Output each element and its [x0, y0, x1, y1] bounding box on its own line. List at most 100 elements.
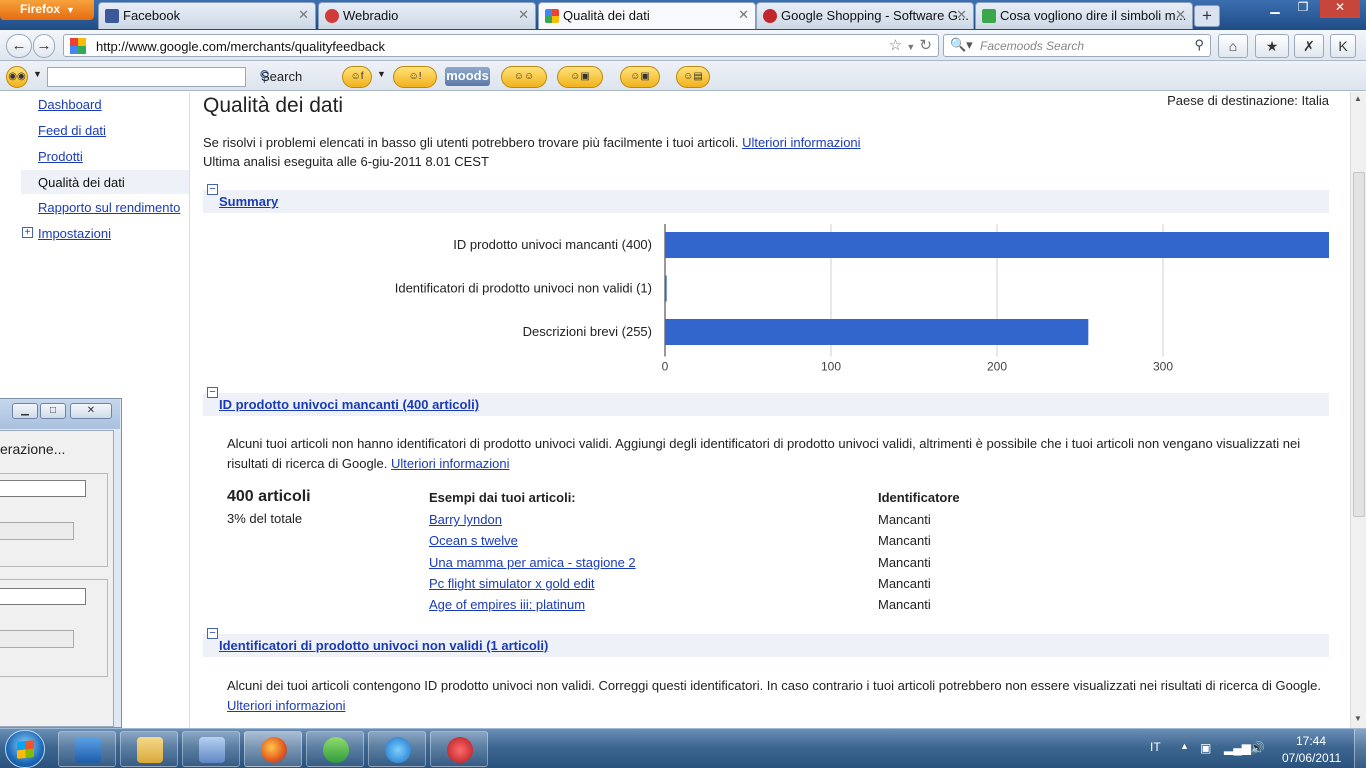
example-item-link[interactable]: Age of empires iii: platinum: [429, 597, 585, 612]
more-info-link[interactable]: Ulteriori informazioni: [227, 698, 345, 713]
expand-plus-icon[interactable]: +: [22, 227, 33, 238]
toolbar-search-button[interactable]: Search: [261, 69, 302, 84]
taskbar-app[interactable]: [182, 731, 240, 767]
dialog-title-bar[interactable]: ▁ □ ✕: [0, 399, 120, 429]
clock-date[interactable]: 07/06/2011: [1282, 751, 1341, 765]
tab-cosa-vogliono[interactable]: Cosa vogliono dire il simboli m... ✕: [975, 2, 1193, 29]
home-icon[interactable]: ⌂: [1218, 34, 1248, 58]
back-arrow-icon[interactable]: ←: [6, 34, 32, 58]
sidebar-item-prodotti[interactable]: Prodotti: [21, 144, 189, 168]
minimize-icon[interactable]: ▁: [12, 403, 38, 419]
sidebar-item-label[interactable]: Dashboard: [38, 97, 102, 112]
clock-time[interactable]: 17:44: [1296, 734, 1326, 748]
close-icon[interactable]: ✕: [518, 7, 529, 23]
tab-qualita-dati[interactable]: Qualità dei dati ✕: [538, 2, 756, 29]
smiley-alert-icon[interactable]: ☺!: [393, 66, 437, 88]
smiley-photo-icon[interactable]: ☺▣: [620, 66, 660, 88]
sidebar-item-label[interactable]: Feed di dati: [38, 123, 106, 138]
volume-icon[interactable]: 🔊: [1250, 741, 1265, 755]
chevron-down-icon[interactable]: ▼: [33, 69, 42, 79]
sidebar-item-label[interactable]: Rapporto sul rendimento: [38, 200, 180, 215]
url-bar[interactable]: http://www.google.com/merchants/qualityf…: [63, 34, 939, 57]
taskbar-firefox[interactable]: [244, 731, 302, 767]
tab-webradio[interactable]: Webradio ✕: [318, 2, 536, 29]
firefox-menu-button[interactable]: Firefox ▼: [0, 0, 94, 20]
moods-button[interactable]: moods: [445, 67, 490, 86]
taskbar-explorer[interactable]: [120, 731, 178, 767]
close-icon[interactable]: ✕: [1175, 7, 1186, 23]
sidebar-item-feed-dati[interactable]: Feed di dati: [21, 118, 189, 142]
dialog-button[interactable]: [0, 522, 74, 540]
sidebar-item-dashboard[interactable]: Dashboard: [21, 92, 189, 116]
dropdown-icon[interactable]: ▼: [906, 42, 915, 52]
facebook-icon: [105, 9, 119, 23]
window-close-icon[interactable]: ✕: [1320, 0, 1360, 18]
dialog-group: [0, 579, 108, 677]
show-desktop-button[interactable]: [1354, 729, 1366, 768]
taskbar-messenger[interactable]: [306, 731, 364, 767]
restore-icon[interactable]: ❐: [1290, 0, 1316, 18]
sidebar-item-impostazioni[interactable]: + Impostazioni: [21, 221, 189, 245]
vertical-scrollbar[interactable]: ▲ ▼: [1350, 92, 1366, 728]
collapse-minus-icon[interactable]: −: [207, 387, 218, 398]
toolbar-search-input[interactable]: [47, 67, 246, 87]
device-icon[interactable]: ▣: [1200, 741, 1211, 755]
antivirus-icon[interactable]: ✗: [1294, 34, 1324, 58]
taskbar-media-player[interactable]: [58, 731, 116, 767]
example-item-link[interactable]: Pc flight simulator x gold edit: [429, 576, 594, 591]
section-missing-ids-header[interactable]: − ID prodotto univoci mancanti (400 arti…: [203, 387, 1329, 416]
smiley-game-icon[interactable]: ☺☺: [501, 66, 547, 88]
close-icon[interactable]: ✕: [956, 7, 967, 23]
close-icon[interactable]: ✕: [738, 7, 749, 23]
smiley-facebook-icon[interactable]: ☺f: [342, 66, 372, 88]
forward-arrow-icon[interactable]: →: [33, 34, 55, 58]
addon-icon[interactable]: K: [1330, 34, 1356, 58]
network-signal-icon[interactable]: ▂▄▆: [1224, 741, 1251, 755]
bookmarks-icon[interactable]: ★: [1255, 34, 1289, 58]
example-item-link[interactable]: Una mamma per amica - stagione 2: [429, 555, 636, 570]
dialog-input[interactable]: [0, 480, 86, 497]
collapse-minus-icon[interactable]: −: [207, 184, 218, 195]
close-icon[interactable]: ✕: [70, 403, 112, 419]
tab-google-shopping[interactable]: Google Shopping - Software G... ✕: [756, 2, 974, 29]
collapse-minus-icon[interactable]: −: [207, 628, 218, 639]
taskbar-strawberry-app[interactable]: [430, 731, 488, 767]
section-missing-ids-title[interactable]: ID prodotto univoci mancanti (400 artico…: [219, 397, 479, 412]
summary-header[interactable]: − Summary: [203, 184, 1329, 213]
scrollbar-thumb[interactable]: [1353, 172, 1365, 517]
example-item-link[interactable]: Barry lyndon: [429, 512, 502, 527]
dialog-button[interactable]: [0, 630, 74, 648]
more-info-link[interactable]: Ulteriori informazioni: [391, 456, 509, 471]
search-go-icon[interactable]: ⚲: [1194, 37, 1204, 53]
smiley-camera-icon[interactable]: ☺▣: [557, 66, 603, 88]
taskbar-ie[interactable]: [368, 731, 426, 767]
language-indicator[interactable]: IT: [1150, 740, 1161, 754]
more-info-link[interactable]: Ulteriori informazioni: [742, 135, 860, 150]
facemoods-logo-icon[interactable]: ◉◉: [6, 66, 28, 88]
bookmark-star-icon[interactable]: ☆: [889, 37, 902, 54]
minimize-icon[interactable]: ▁: [1262, 0, 1288, 18]
smiley-gift-icon[interactable]: ☺▤: [676, 66, 710, 88]
summary-title[interactable]: Summary: [219, 194, 278, 209]
section-invalid-ids-header[interactable]: − Identificatori di prodotto univoci non…: [203, 628, 1329, 657]
search-input[interactable]: 🔍▾ Facemoods Search ⚲: [943, 34, 1211, 57]
start-button[interactable]: [5, 730, 45, 768]
chevron-down-icon[interactable]: ▼: [377, 69, 386, 79]
close-icon[interactable]: ✕: [298, 7, 309, 23]
scroll-down-icon[interactable]: ▼: [1354, 714, 1362, 723]
dialog-input[interactable]: [0, 588, 86, 605]
scroll-up-icon[interactable]: ▲: [1354, 94, 1362, 103]
section-invalid-ids-title[interactable]: Identificatori di prodotto univoci non v…: [219, 638, 548, 653]
maximize-icon[interactable]: □: [40, 403, 66, 419]
reload-icon[interactable]: ↻: [919, 37, 932, 54]
sidebar-item-label[interactable]: Impostazioni: [38, 226, 111, 241]
example-item-link[interactable]: Ocean s twelve: [429, 533, 518, 548]
tray-expand-icon[interactable]: ▲: [1180, 741, 1189, 751]
tab-facebook[interactable]: Facebook ✕: [98, 2, 316, 29]
search-engine-icon[interactable]: 🔍▾: [950, 37, 973, 53]
sidebar-item-label[interactable]: Prodotti: [38, 149, 83, 164]
sidebar-item-rapporto[interactable]: Rapporto sul rendimento: [21, 195, 189, 219]
messenger-icon: [323, 737, 349, 763]
sidebar-item-qualita-dati[interactable]: Qualità dei dati: [21, 170, 189, 194]
new-tab-button[interactable]: +: [1194, 5, 1220, 27]
